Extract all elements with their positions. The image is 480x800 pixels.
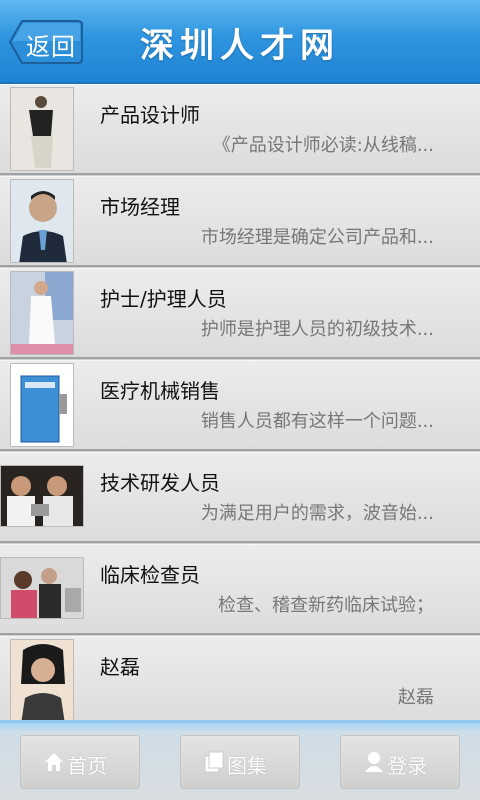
page-title: 深圳人才网: [140, 26, 340, 66]
app-screen: 返回 深圳人才网 产品设计师 《产品设计师必读:从线稿... 市场经理 市场经理…: [0, 0, 480, 800]
thumbnail-market-manager: [10, 179, 74, 263]
list-item-medical-sales[interactable]: 医疗机械销售 销售人员都有这样一个问题...: [0, 360, 480, 451]
home-icon: [45, 753, 63, 771]
item-description: 《产品设计师必读:从线稿...: [212, 135, 434, 156]
item-description: 赵磊: [398, 687, 434, 708]
list-item-product-designer[interactable]: 产品设计师 《产品设计师必读:从线稿...: [0, 84, 480, 175]
bottom-tab-bar: 首页 图集 登录: [0, 720, 480, 800]
user-icon: [365, 752, 383, 772]
item-title: 医疗机械销售: [100, 379, 220, 403]
job-list: 产品设计师 《产品设计师必读:从线稿... 市场经理 市场经理是确定公司产品和.…: [0, 84, 480, 720]
thumbnail-medical-sales: [10, 363, 74, 447]
thumbnail-product-designer: [10, 87, 74, 171]
item-description: 检查、稽查新药临床试验；: [218, 595, 434, 616]
tab-gallery[interactable]: 图集: [180, 735, 300, 789]
gallery-icon: [204, 751, 224, 773]
thumbnail-zhao-lei: [10, 639, 74, 720]
list-item-rd-staff[interactable]: 技术研发人员 为满足用户的需求，波音始...: [0, 452, 480, 543]
tab-gallery-label: 图集: [227, 754, 267, 778]
thumbnail-rd-staff: [0, 465, 84, 527]
tab-home-label: 首页: [67, 754, 107, 778]
item-title: 产品设计师: [100, 103, 200, 127]
tab-login-label: 登录: [387, 754, 427, 778]
item-description: 市场经理是确定公司产品和...: [200, 227, 434, 248]
item-description: 为满足用户的需求，波音始...: [200, 503, 434, 524]
item-description: 护师是护理人员的初级技术...: [200, 319, 434, 340]
item-title: 赵磊: [100, 655, 140, 679]
tab-login[interactable]: 登录: [340, 735, 460, 789]
item-title: 技术研发人员: [100, 471, 220, 495]
thumbnail-clinical-inspector: [0, 557, 84, 619]
thumbnail-nurse: [10, 271, 74, 355]
list-item-zhao-lei[interactable]: 赵磊 赵磊: [0, 636, 480, 720]
list-item-market-manager[interactable]: 市场经理 市场经理是确定公司产品和...: [0, 176, 480, 267]
item-title: 市场经理: [100, 195, 180, 219]
list-item-clinical-inspector[interactable]: 临床检查员 检查、稽查新药临床试验；: [0, 544, 480, 635]
item-title: 护士/护理人员: [100, 287, 227, 311]
tab-home[interactable]: 首页: [20, 735, 140, 789]
item-title: 临床检查员: [100, 563, 200, 587]
list-item-nurse[interactable]: 护士/护理人员 护师是护理人员的初级技术...: [0, 268, 480, 359]
header-bar: 返回 深圳人才网: [0, 0, 480, 84]
item-description: 销售人员都有这样一个问题...: [200, 411, 434, 432]
